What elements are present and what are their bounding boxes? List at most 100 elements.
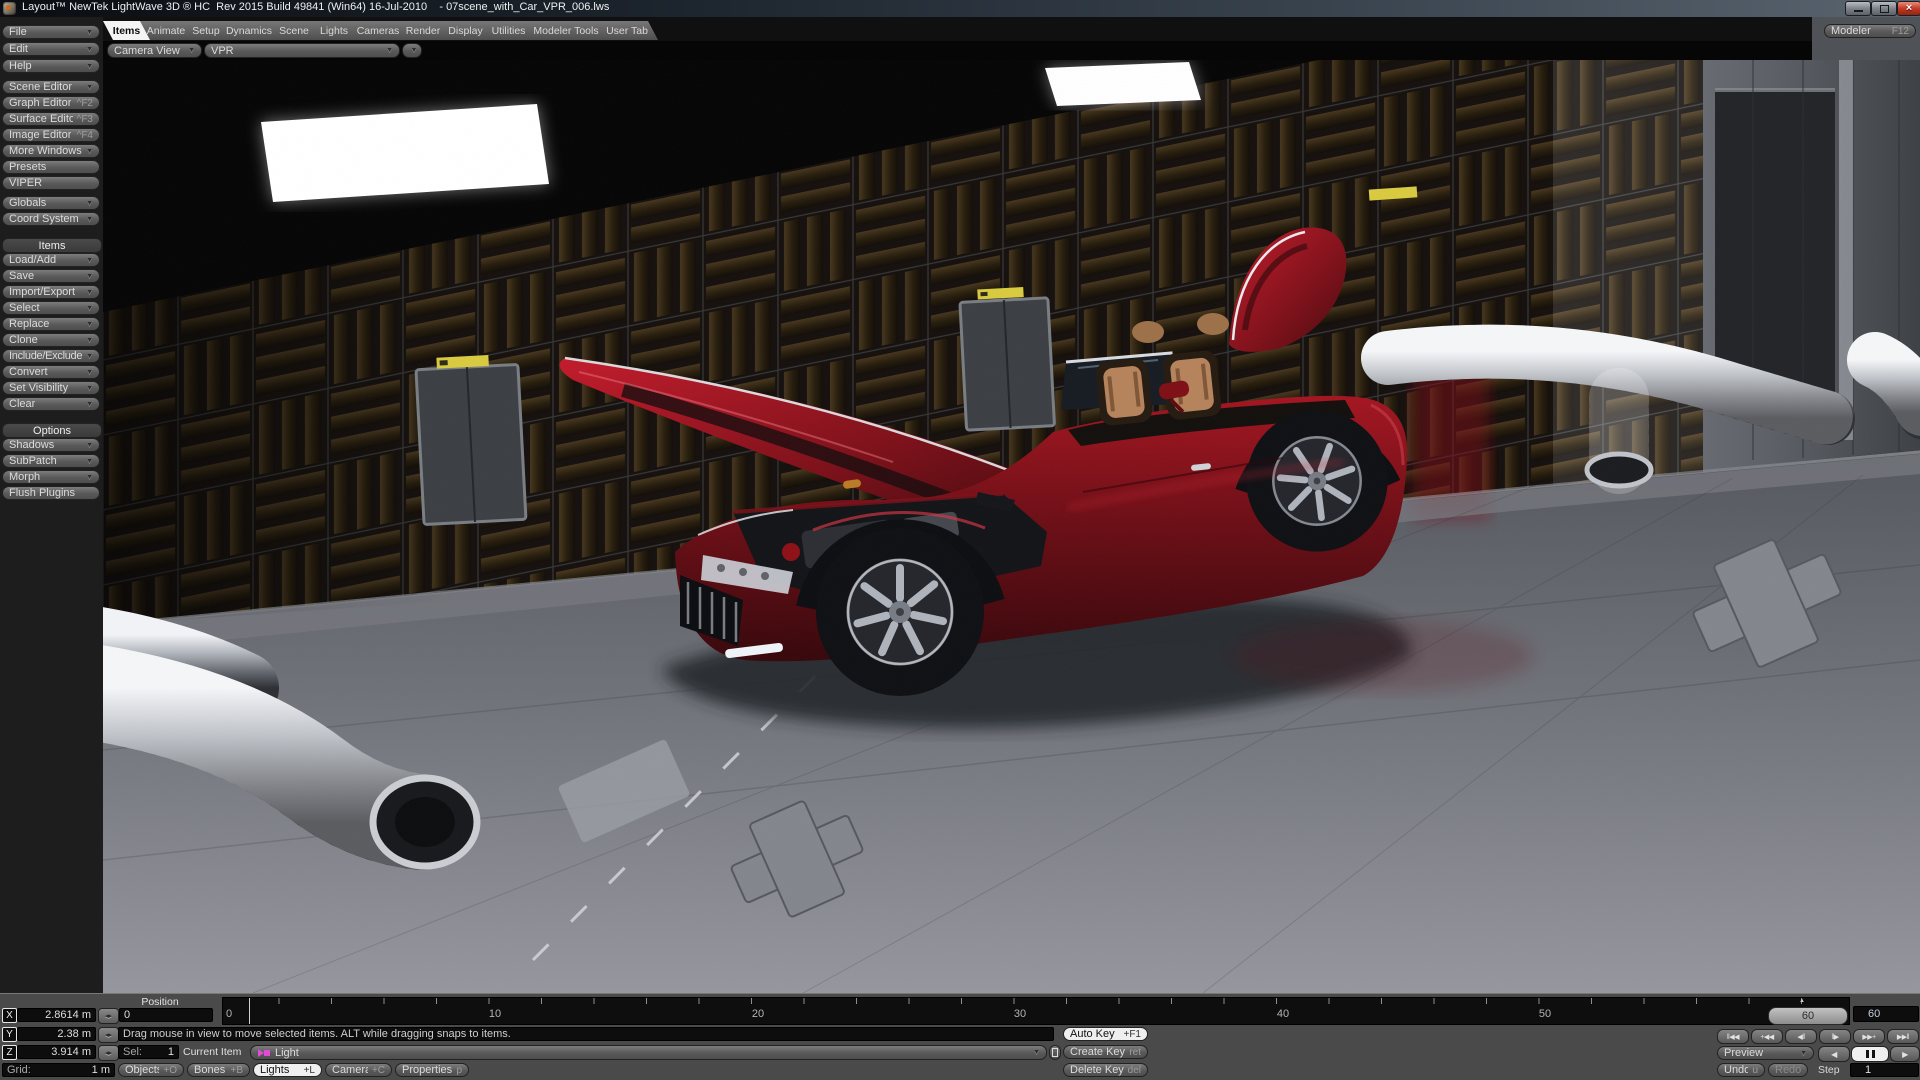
auto-key-button[interactable]: Auto Key +F1 [1063,1027,1148,1041]
viewport-render [103,60,1920,993]
position-y-field[interactable]: 2.38 m [17,1027,96,1041]
replace-button[interactable]: Replace▼ [2,317,100,331]
chevron-down-icon: ▼ [82,474,93,481]
grid-size-field[interactable]: Grid: 1 m [2,1063,115,1077]
play-forward-icon: ▶ [1902,1050,1908,1059]
bones-button[interactable]: Bones +B [187,1063,250,1077]
pause-button[interactable] [1851,1046,1889,1062]
restore-button[interactable] [1871,1,1897,16]
axis-y-label: Y [2,1027,17,1042]
chevron-down-icon: ▼ [82,63,93,70]
load-add-button[interactable]: Load/Add▼ [2,253,100,267]
preview-dropdown[interactable]: Preview ▼ [1717,1046,1814,1060]
viewport-options-dropdown[interactable]: ▼ [402,43,422,58]
properties-button[interactable]: Properties p [395,1063,469,1077]
import-export-button[interactable]: Import/Export▼ [2,285,100,299]
play-forward-button[interactable]: ▶ [1890,1046,1920,1062]
help-menu[interactable]: Help ▼ [2,59,100,73]
play-reverse-button[interactable]: ◀ [1818,1046,1850,1062]
surface-editor-button[interactable]: Surface Editor^F3 [2,112,100,126]
window-title: Layout™ NewTek LightWave 3D ® HC Rev 201… [22,1,609,13]
position-x-value: 2.8614 m [45,1009,91,1021]
chevron-down-icon: ▼ [82,216,93,223]
edit-menu[interactable]: Edit▼ [2,42,100,56]
tab-label: Display [448,25,482,37]
objects-button[interactable]: Objects +O [118,1063,184,1077]
view-mode-dropdown[interactable]: Camera View ▼ [107,43,202,58]
timeline-tick-label: 0 [212,1008,246,1020]
y-stepper[interactable]: ◂▸ [98,1027,119,1043]
chevron-down-icon: ▼ [82,442,93,449]
timeline-range-handle[interactable]: 60 [1768,1007,1848,1025]
go-to-end-button[interactable]: ▶▶‖ [1887,1029,1919,1044]
render-mode-dropdown[interactable]: VPR ▼ [204,43,400,58]
image-editor-button[interactable]: Image Editor^F4 [2,128,100,142]
tab-label: Scene [279,25,309,37]
include-exclude-button[interactable]: Include/Exclude▼ [2,349,100,363]
lights-button[interactable]: Lights +L [253,1063,322,1077]
x-stepper[interactable]: ◂▸ [98,1008,119,1024]
shadows-button[interactable]: Shadows▼ [2,438,100,452]
create-key-button[interactable]: Create Key ret [1063,1045,1148,1059]
minimize-icon [1854,10,1863,12]
app-icon [3,2,16,15]
more-windows-button[interactable]: More Windows▼ [2,144,100,158]
scene-editor-button[interactable]: Scene Editor▼ [2,80,100,94]
tab-modeler-tools[interactable]: Modeler Tools [524,21,608,40]
minimize-button[interactable] [1845,1,1871,16]
tab-user-tab[interactable]: User Tab [596,21,658,40]
subpatch-button[interactable]: SubPatch▼ [2,454,100,468]
step-back-button[interactable]: ◀‖ [1785,1029,1817,1044]
timeline-tick-label: 50 [1528,1008,1562,1020]
current-frame-field[interactable]: 0 [119,1008,213,1022]
set-visibility-button[interactable]: Set Visibility▼ [2,381,100,395]
globals-button[interactable]: Globals▼ [2,196,100,210]
step-value: 1 [1865,1064,1871,1076]
position-x-field[interactable]: 2.8614 m [17,1008,96,1022]
flush-plugins-button[interactable]: Flush Plugins [2,486,100,500]
button-label: Cameras [332,1064,368,1076]
next-keyframe-button[interactable]: ▶▶+ [1853,1029,1885,1044]
undo-button[interactable]: Undo u [1717,1063,1765,1077]
close-button[interactable]: × [1897,1,1920,16]
select-button[interactable]: Select▼ [2,301,100,315]
current-item-dropdown[interactable]: Light ▼ [250,1045,1047,1060]
morph-button[interactable]: Morph▼ [2,470,100,484]
graph-editor-button[interactable]: Graph Editor^F2 [2,96,100,110]
button-label: Undo [1724,1064,1748,1076]
viper-button[interactable]: VIPER [2,176,100,190]
chevron-down-icon: ▼ [407,47,418,54]
chevron-down-icon: ▼ [1796,1050,1807,1057]
delete-key-button[interactable]: Delete Key del [1063,1063,1148,1077]
left-sidebar: File▼ Edit▼ Help ▼ Scene Editor▼ Graph Ed… [0,17,103,993]
step-forward-button[interactable]: ‖▶ [1819,1029,1851,1044]
file-menu[interactable]: File▼ [2,25,100,39]
timeline[interactable]: 0 10 20 30 40 50 ▲ 60 [222,997,1850,1025]
position-z-field[interactable]: 3.914 m [17,1045,96,1059]
shortcut-label: u [1748,1065,1758,1076]
go-to-start-icon: ‖◀◀ [1727,1033,1739,1041]
button-label: Surface Editor [9,113,73,125]
button-label: Convert [9,366,48,378]
chevron-down-icon: ▼ [82,200,93,207]
stepper-arrows-icon: ◂▸ [105,1049,112,1057]
end-frame-field[interactable]: 60 [1853,1006,1919,1022]
prev-keyframe-button[interactable]: +◀◀ [1751,1029,1783,1044]
z-stepper[interactable]: ◂▸ [98,1045,119,1061]
step-field[interactable]: 1 [1850,1063,1919,1077]
coord-system-button[interactable]: Coord System▼ [2,212,100,226]
clone-button[interactable]: Clone▼ [2,333,100,347]
presets-button[interactable]: Presets [2,160,100,174]
menu-label: Help [9,60,32,72]
go-to-start-button[interactable]: ‖◀◀ [1717,1029,1749,1044]
modeler-button[interactable]: Modeler F12 [1824,24,1916,38]
redo-button[interactable]: Redo [1768,1063,1808,1077]
cameras-button[interactable]: Cameras +C [325,1063,392,1077]
chevron-down-icon: ▼ [82,29,93,36]
item-list-button[interactable] [1049,1045,1061,1060]
save-button[interactable]: Save▼ [2,269,100,283]
clear-button[interactable]: Clear▼ [2,397,100,411]
camera-viewport[interactable] [103,60,1920,993]
timeline-scrubber[interactable] [249,998,250,1024]
convert-button[interactable]: Convert▼ [2,365,100,379]
